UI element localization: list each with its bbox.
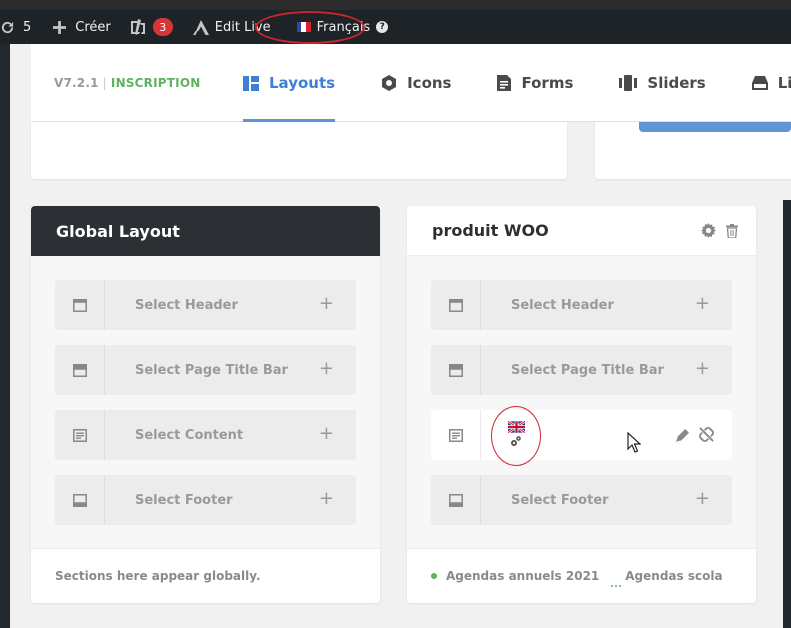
footer-icon — [448, 493, 463, 507]
header-icon — [448, 298, 463, 312]
create-label: Créer — [75, 19, 111, 35]
tab-forms[interactable]: Forms — [497, 44, 573, 122]
slot-select-page-title-bar[interactable]: Select Page Title Bar + — [431, 345, 732, 395]
tab-library[interactable]: Libr — [751, 44, 791, 122]
top-panel-right — [595, 122, 791, 179]
yoast-badge: 3 — [152, 18, 173, 36]
help-icon: ? — [376, 21, 389, 33]
slot-label: Select Footer — [135, 492, 233, 508]
slot-select-header[interactable]: Select Header + — [55, 280, 356, 330]
header-icon — [72, 298, 87, 312]
updates-button[interactable]: 5 — [0, 10, 39, 44]
plus-icon — [53, 20, 67, 34]
slot-label: Select Content — [135, 427, 244, 443]
slot-select-page-title-bar[interactable]: Select Page Title Bar + — [55, 345, 356, 395]
condition-item[interactable]: Agendas scola — [611, 569, 723, 587]
registration-link[interactable]: INSCRIPTION — [111, 76, 201, 90]
language-switcher[interactable]: Français ? — [289, 10, 397, 44]
slot-label: Select Page Title Bar — [135, 362, 288, 378]
woo-layout-title: produit WOO — [432, 221, 549, 240]
tab-icons[interactable]: Icons — [381, 44, 451, 122]
slot-label: Select Page Title Bar — [511, 362, 664, 378]
tab-sliders-label: Sliders — [647, 74, 706, 92]
france-flag-icon — [296, 22, 311, 32]
slot-label: Select Header — [135, 297, 238, 313]
plus-icon[interactable]: + — [319, 295, 334, 313]
condition-label: Agendas annuels 2021 — [446, 569, 600, 583]
library-icon — [751, 76, 768, 90]
tab-icons-label: Icons — [407, 74, 452, 92]
yoast-icon — [130, 19, 145, 35]
gears-icon[interactable] — [510, 435, 522, 447]
unlink-icon[interactable] — [699, 427, 714, 446]
uk-flag-icon[interactable] — [508, 421, 525, 433]
plus-icon[interactable]: + — [695, 295, 710, 313]
tab-layouts-label: Layouts — [269, 74, 336, 92]
wp-admin-bar: 5 Créer 3 Edit Live Français ? — [0, 10, 791, 44]
version-info: V7.2.1 | INSCRIPTION — [54, 76, 200, 90]
slot-select-footer[interactable]: Select Footer + — [431, 475, 732, 525]
language-label: Français — [316, 19, 371, 35]
tab-library-label: Libr — [777, 74, 791, 92]
layouts-icon — [243, 75, 259, 91]
edit-live-label: Edit Live — [214, 19, 271, 35]
admin-sidebar-edge — [0, 44, 10, 628]
title-bar-icon — [72, 363, 87, 377]
global-layout-footer: Sections here appear globally. — [31, 548, 380, 603]
mouse-cursor-icon — [627, 432, 641, 453]
yoast-button[interactable]: 3 — [121, 10, 181, 44]
version-number: V7.2.1 — [54, 76, 99, 90]
slot-select-content[interactable]: Select Content + — [55, 410, 356, 460]
condition-more-icon — [611, 585, 622, 587]
browser-top-strip — [0, 0, 791, 10]
slot-content-assigned[interactable] — [431, 410, 732, 460]
tab-sliders[interactable]: Sliders — [619, 44, 706, 122]
plus-icon[interactable]: + — [695, 360, 710, 378]
primary-action-button[interactable] — [639, 122, 791, 132]
gear-icon[interactable] — [701, 223, 716, 242]
condition-dot-icon — [431, 573, 437, 579]
dark-edge-right — [783, 200, 791, 628]
trash-icon[interactable] — [726, 223, 738, 242]
top-panel-left — [31, 122, 567, 179]
icons-icon — [382, 75, 397, 91]
plus-icon[interactable]: + — [319, 425, 334, 443]
woo-layout-header: produit WOO — [407, 206, 756, 256]
edit-live-button[interactable]: Edit Live — [185, 10, 279, 44]
avada-icon — [192, 19, 209, 35]
version-separator: | — [102, 76, 107, 90]
content-icon — [72, 428, 87, 442]
global-layout-card: Global Layout Select Header + Select Pag… — [31, 206, 380, 603]
slot-select-footer[interactable]: Select Footer + — [55, 475, 356, 525]
updates-count: 5 — [23, 19, 32, 35]
woo-layout-conditions: Agendas annuels 2021 Agendas scola — [407, 548, 756, 603]
woo-layout-card: produit WOO Select Header + Select Page … — [407, 206, 756, 603]
new-content-button[interactable]: Créer — [45, 10, 118, 44]
refresh-icon — [1, 21, 14, 33]
pencil-icon[interactable] — [676, 427, 689, 446]
tab-forms-label: Forms — [521, 74, 574, 92]
sliders-icon — [619, 75, 638, 91]
plus-icon[interactable]: + — [319, 360, 334, 378]
footer-icon — [72, 493, 87, 507]
slot-select-header[interactable]: Select Header + — [431, 280, 732, 330]
global-layout-title: Global Layout — [31, 206, 380, 256]
condition-item[interactable]: Agendas annuels 2021 — [431, 569, 599, 583]
plus-icon[interactable]: + — [695, 490, 710, 508]
plus-icon[interactable]: + — [319, 490, 334, 508]
tab-layouts[interactable]: Layouts — [243, 44, 336, 122]
forms-icon — [497, 75, 512, 91]
condition-label: Agendas scola — [625, 569, 723, 583]
slot-label: Select Footer — [511, 492, 609, 508]
slot-label: Select Header — [511, 297, 614, 313]
content-icon — [448, 428, 463, 442]
builder-nav: V7.2.1 | INSCRIPTION Layouts Icons Forms S… — [31, 44, 791, 122]
title-bar-icon — [448, 363, 463, 377]
